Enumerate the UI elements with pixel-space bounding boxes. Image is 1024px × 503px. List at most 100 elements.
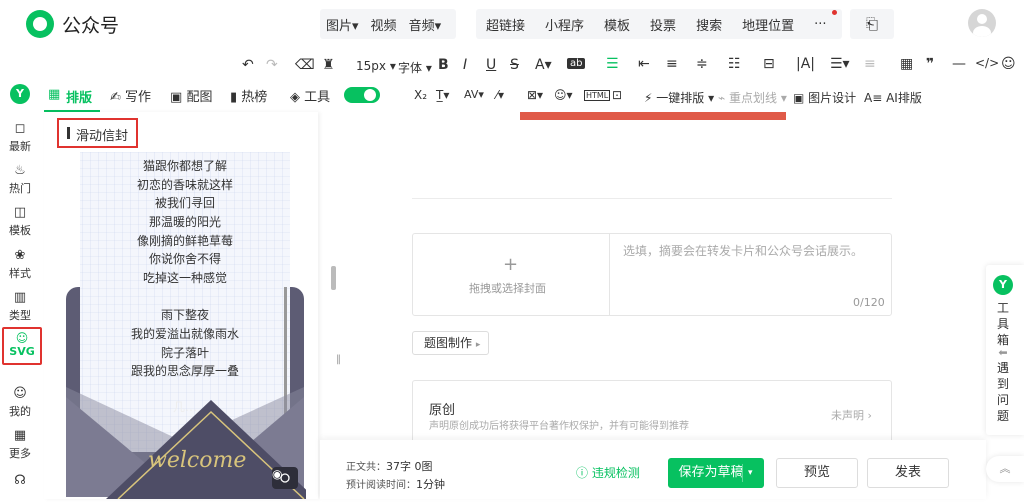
editor-divider: [412, 198, 892, 199]
undo-icon[interactable]: ↶: [242, 57, 254, 73]
layout-grid-icon: ▦: [48, 87, 61, 102]
font-color-icon[interactable]: A▾: [535, 57, 552, 73]
plugin-toggle[interactable]: [344, 87, 380, 103]
original-status[interactable]: 未声明 ›: [831, 407, 872, 423]
strikethrough-icon[interactable]: S: [510, 57, 519, 73]
code-icon[interactable]: </>: [975, 56, 999, 70]
cover-summary-card: + 拖拽或选择封面 选填，摘要会在转发卡片和公众号会话展示。 0/120: [412, 233, 892, 316]
publish-button[interactable]: 发表: [867, 458, 949, 488]
briefcase-icon[interactable]: ⊡: [612, 88, 622, 102]
letter-spacing-icon[interactable]: |A|: [796, 56, 815, 72]
italic-icon[interactable]: I: [463, 57, 467, 73]
shield-check-icon: ⓘ: [576, 466, 589, 480]
list-icon[interactable]: ☰▾: [830, 56, 850, 72]
char-spacing-icon[interactable]: AV▾: [464, 88, 484, 101]
tab-tools[interactable]: ◈ 工具: [290, 86, 330, 105]
tab-layout[interactable]: ▦ 排版: [44, 80, 100, 112]
highlight-line-button[interactable]: ⌁ 重点划线 ▾: [718, 89, 787, 106]
indent-icon[interactable]: ⇤: [638, 56, 650, 72]
summary-input[interactable]: 选填，摘要会在转发卡片和公众号会话展示。: [623, 242, 863, 259]
align-icon[interactable]: ≡: [666, 56, 678, 72]
book-icon: ▥: [13, 290, 27, 305]
cube-icon: ◈: [290, 90, 300, 105]
html-icon[interactable]: HTML: [584, 90, 611, 101]
eye-icon[interactable]: ◉: [272, 467, 282, 481]
insert-video-menu[interactable]: 视频: [365, 15, 403, 34]
arrow-left-icon[interactable]: ⬅: [986, 346, 1020, 359]
sidebar-item-hot[interactable]: ♨ 热门: [0, 164, 40, 196]
ai-layout-button[interactable]: A≡ AI排版: [864, 89, 922, 106]
margin-icon[interactable]: ⊟: [763, 56, 775, 72]
text-underline-icon[interactable]: T̲▾: [436, 88, 449, 102]
back-to-top-button[interactable]: ︽: [986, 456, 1024, 482]
headset-icon[interactable]: ☊: [0, 474, 40, 490]
image-design-icon: ▣: [793, 91, 805, 105]
format-brush-icon[interactable]: ⌫: [295, 57, 315, 73]
sidebar-item-mine[interactable]: ☺ 我的: [0, 387, 40, 419]
miniprogram-button[interactable]: 小程序: [535, 15, 594, 34]
template-button[interactable]: 模板: [594, 15, 640, 34]
redo-icon[interactable]: ↷: [266, 57, 278, 73]
poem-line: 吃掉这一种感觉: [142, 271, 227, 285]
tab-hot[interactable]: ▮ 热榜: [230, 86, 267, 105]
sidebar-item-svg[interactable]: ☺ SVG: [2, 327, 42, 365]
quote-icon[interactable]: ❞: [926, 56, 934, 72]
emoji-insert-icon[interactable]: ☺▾: [554, 88, 573, 102]
toolbox-button[interactable]: 工具箱: [986, 300, 1020, 348]
search-button[interactable]: 搜索: [686, 15, 732, 34]
toolbox-logo-icon: Y: [993, 275, 1013, 295]
location-button[interactable]: 地理位置: [732, 15, 804, 34]
clear-format-icon[interactable]: ♜: [322, 57, 335, 73]
one-click-layout-button[interactable]: ⚡ 一键排版 ▾: [644, 89, 714, 106]
hyperlink-button[interactable]: 超链接: [476, 15, 535, 34]
insert-image-menu[interactable]: 图片▾: [320, 15, 365, 34]
template-icon: ◫: [13, 205, 27, 220]
sidebar-item-style[interactable]: ❀ 样式: [0, 249, 40, 281]
bold-icon[interactable]: B: [438, 57, 449, 73]
violation-check-button[interactable]: ⓘ 违规检测: [576, 464, 640, 481]
magic-wand-icon[interactable]: ⁄▾: [496, 88, 504, 102]
ordered-list-icon[interactable]: ≡: [864, 56, 876, 72]
paragraph-spacing-icon[interactable]: ☷: [728, 56, 741, 72]
subscript-icon[interactable]: X₂: [414, 88, 427, 102]
panel-resize-handle[interactable]: [331, 266, 336, 290]
insert-media-group: 图片▾ 视频 音频▾: [320, 9, 456, 39]
underline-icon[interactable]: U: [486, 57, 496, 73]
cover-select-area[interactable]: + 拖拽或选择封面: [413, 234, 610, 315]
save-draft-button[interactable]: 保存为草稿 ▾: [668, 458, 764, 488]
font-size-select[interactable]: 15px ▾: [356, 59, 396, 73]
vote-button[interactable]: 投票: [640, 15, 686, 34]
image-design-button[interactable]: ▣ 图片设计: [793, 89, 856, 106]
user-avatar-icon[interactable]: [968, 9, 996, 37]
chat-bubble-icon: ◻: [14, 121, 26, 136]
chevron-down-icon[interactable]: ▾: [748, 458, 753, 488]
faq-button[interactable]: 遇到问题: [986, 360, 1020, 424]
more-button[interactable]: ···: [804, 17, 836, 32]
insert-links-group: 超链接 小程序 模板 投票 搜索 地理位置 ···: [476, 9, 842, 39]
sidebar-item-more[interactable]: ▦ 更多: [0, 429, 40, 461]
emoji-icon[interactable]: ☺: [1001, 56, 1016, 72]
line-height-icon[interactable]: ≑: [696, 56, 708, 72]
divider-icon[interactable]: —: [952, 56, 966, 72]
drag-handle-icon[interactable]: ‖: [336, 354, 341, 365]
collapse-panel-button[interactable]: ⎗: [850, 9, 894, 39]
poem-line: 初恋的香味就这样: [136, 178, 233, 192]
sidebar-item-type[interactable]: ▥ 类型: [0, 291, 40, 323]
insert-audio-menu[interactable]: 音频▾: [403, 15, 448, 34]
font-family-select[interactable]: 字体 ▾: [398, 59, 432, 76]
preview-button[interactable]: 预览: [776, 458, 858, 488]
title-image-button[interactable]: 题图制作 ▸: [412, 331, 489, 355]
style-icon: ❀: [14, 248, 26, 263]
tab-write[interactable]: ✍ 写作: [110, 86, 151, 105]
fire-icon: ♨: [14, 163, 26, 178]
wechat-logo-icon: [26, 10, 54, 38]
double-chevron-up-icon: ︽: [999, 462, 1011, 475]
align-center-icon[interactable]: ☰: [606, 56, 619, 72]
background-color-icon[interactable]: ab: [567, 58, 586, 69]
tab-image[interactable]: ▣ 配图: [170, 86, 212, 105]
table-icon[interactable]: ▦: [900, 56, 913, 72]
sidebar-item-template[interactable]: ◫ 模板: [0, 206, 40, 238]
sidebar-item-latest[interactable]: ◻ 最新: [0, 122, 40, 154]
bookmark-icon: ▮: [230, 90, 238, 105]
chart-icon[interactable]: ⊠▾: [527, 88, 543, 102]
